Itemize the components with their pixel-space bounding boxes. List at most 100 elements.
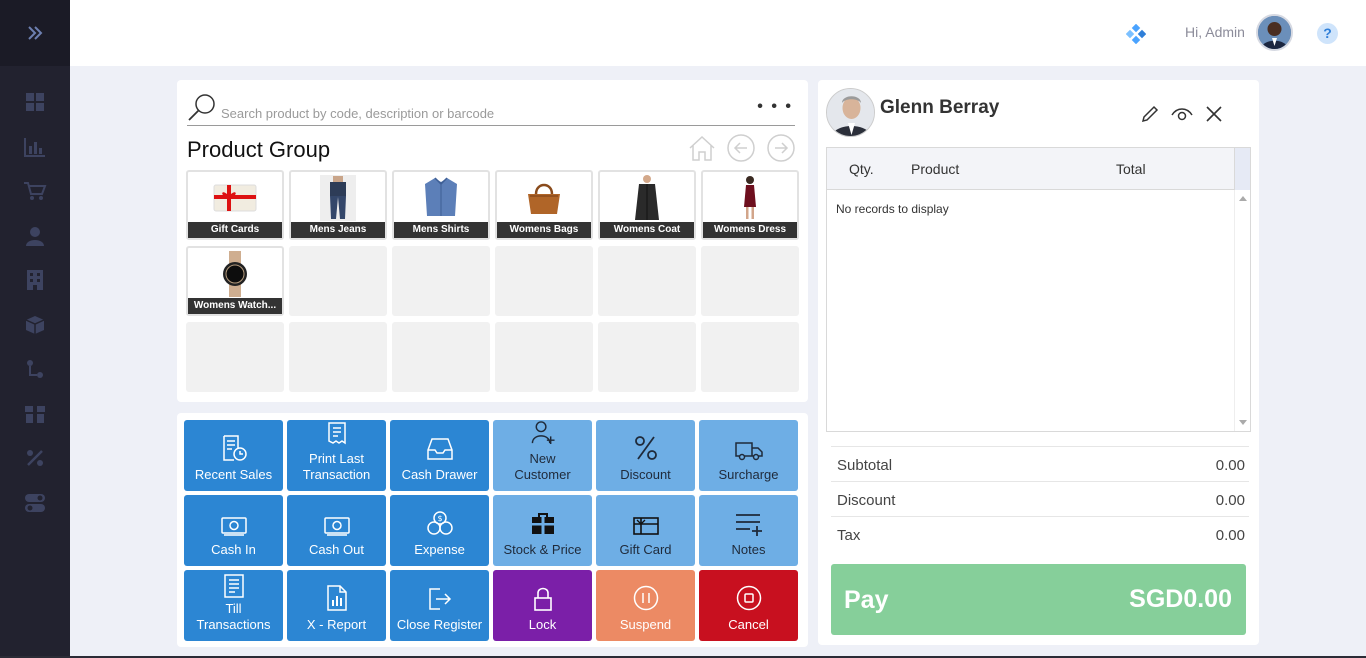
briefcase-icon [531,513,554,534]
column-total[interactable]: Total [1116,161,1146,177]
button-label: Expense [414,542,465,557]
lock-button[interactable]: Lock [493,570,592,641]
document-list-icon [223,574,244,598]
recent-sales-button[interactable]: Recent Sales [184,420,283,491]
expense-button[interactable]: $ Expense [390,495,489,566]
sidebar-item-sales[interactable] [0,169,70,214]
building-icon [27,270,43,291]
button-label: New Customer [514,451,570,483]
home-icon[interactable] [687,133,717,163]
button-label: Stock & Price [503,542,582,557]
close-register-button[interactable]: Close Register [390,570,489,641]
exit-icon [428,588,451,610]
x-report-button[interactable]: X - Report [287,570,386,641]
empty-tile [289,322,387,392]
sidebar-item-structure[interactable] [0,347,70,392]
surcharge-button[interactable]: Surcharge [699,420,798,491]
product-tile-womens-coat[interactable]: Womens Coat [598,170,696,240]
customer-avatar[interactable] [826,88,875,137]
percent-icon [634,436,657,460]
forward-arrow-icon[interactable] [766,133,796,163]
hierarchy-icon [27,360,43,379]
sidebar-item-reports[interactable] [0,125,70,170]
till-transactions-button[interactable]: Till Transactions [184,570,283,641]
pay-button[interactable]: Pay SGD0.00 [831,564,1246,635]
gift-card-button[interactable]: Gift Card [596,495,695,566]
sidebar-toggle[interactable] [0,0,70,66]
product-label: Mens Shirts [394,222,488,238]
sidebar-item-company[interactable] [0,258,70,303]
notes-button[interactable]: Notes [699,495,798,566]
empty-message: No records to display [836,202,949,216]
sidebar-item-products[interactable] [0,303,70,348]
new-customer-button[interactable]: New Customer [493,420,592,491]
scrollbar[interactable] [1234,190,1250,431]
tax-label: Tax [837,527,861,544]
table-header: Qty. Product Total [827,148,1250,190]
cancel-button[interactable]: Cancel [699,570,798,641]
order-lines-table: Qty. Product Total No records to display [826,147,1251,432]
edit-icon[interactable] [1140,104,1160,124]
cash-drawer-button[interactable]: Cash Drawer [390,420,489,491]
label-line-1: Till [225,601,242,616]
drawer-icon [426,438,453,460]
product-label: Womens Coat [600,222,694,238]
product-tile-gift-cards[interactable]: Gift Cards [186,170,284,240]
label-line-2: Transaction [302,467,371,482]
button-label: X - Report [306,617,367,632]
apps-icon[interactable] [1125,23,1147,49]
close-icon[interactable] [1204,104,1224,124]
back-arrow-icon[interactable] [726,133,756,163]
add-user-icon [531,421,555,445]
product-tile-womens-bags[interactable]: Womens Bags [495,170,593,240]
column-qty[interactable]: Qty. [849,161,874,177]
suspend-button[interactable]: Suspend [596,570,695,641]
subtotal-label: Subtotal [837,457,893,474]
sidebar-item-promotions[interactable] [0,436,70,481]
button-label: Surcharge [718,467,779,482]
empty-tile [598,322,696,392]
stop-icon [736,585,761,611]
help-icon[interactable]: ? [1317,23,1338,44]
sidebar-item-dashboard[interactable] [0,80,70,125]
cash-out-button[interactable]: Cash Out [287,495,386,566]
empty-tile [701,246,799,316]
order-totals: Subtotal 0.00 Discount 0.00 Tax 0.00 [831,446,1249,551]
tax-row: Tax 0.00 [831,516,1249,551]
table-body: No records to display [827,190,1250,431]
label-line-1: Print Last [309,451,364,466]
subtotal-row: Subtotal 0.00 [831,446,1249,481]
action-panel: Recent Sales Print Last Transaction Cash … [177,413,808,647]
subtotal-value: 0.00 [1215,457,1245,474]
product-tile-womens-watch[interactable]: Womens Watch... [186,246,284,316]
more-options-icon[interactable]: • • • [757,98,793,116]
sidebar-item-settings[interactable] [0,481,70,526]
column-product[interactable]: Product [911,161,959,177]
sidebar-item-customers[interactable] [0,214,70,259]
discount-value: 0.00 [1215,492,1245,509]
eye-icon[interactable] [1170,104,1194,124]
search-input[interactable] [221,106,741,121]
scroll-up-icon[interactable] [1239,196,1247,201]
button-label: Cash Drawer [401,467,478,482]
user-avatar[interactable] [1256,14,1293,51]
svg-text:$: $ [437,514,442,523]
product-tile-womens-dress[interactable]: Womens Dress [701,170,799,240]
sidebar-item-inventory[interactable] [0,392,70,437]
cash-in-button[interactable]: Cash In [184,495,283,566]
product-tile-mens-jeans[interactable]: Mens Jeans [289,170,387,240]
handbag-icon [528,183,560,214]
empty-tile [701,322,799,392]
discount-button[interactable]: Discount [596,420,695,491]
pay-label: Pay [844,586,889,614]
product-tile-mens-shirts[interactable]: Mens Shirts [392,170,490,240]
product-label: Gift Cards [188,222,282,238]
truck-icon [734,442,763,461]
scroll-down-icon[interactable] [1239,420,1247,425]
empty-tile [186,322,284,392]
button-label: Cash In [211,542,256,557]
stock-price-button[interactable]: Stock & Price [493,495,592,566]
jeans-icon [320,175,356,221]
cash-icon [220,517,247,536]
print-last-transaction-button[interactable]: Print Last Transaction [287,420,386,491]
